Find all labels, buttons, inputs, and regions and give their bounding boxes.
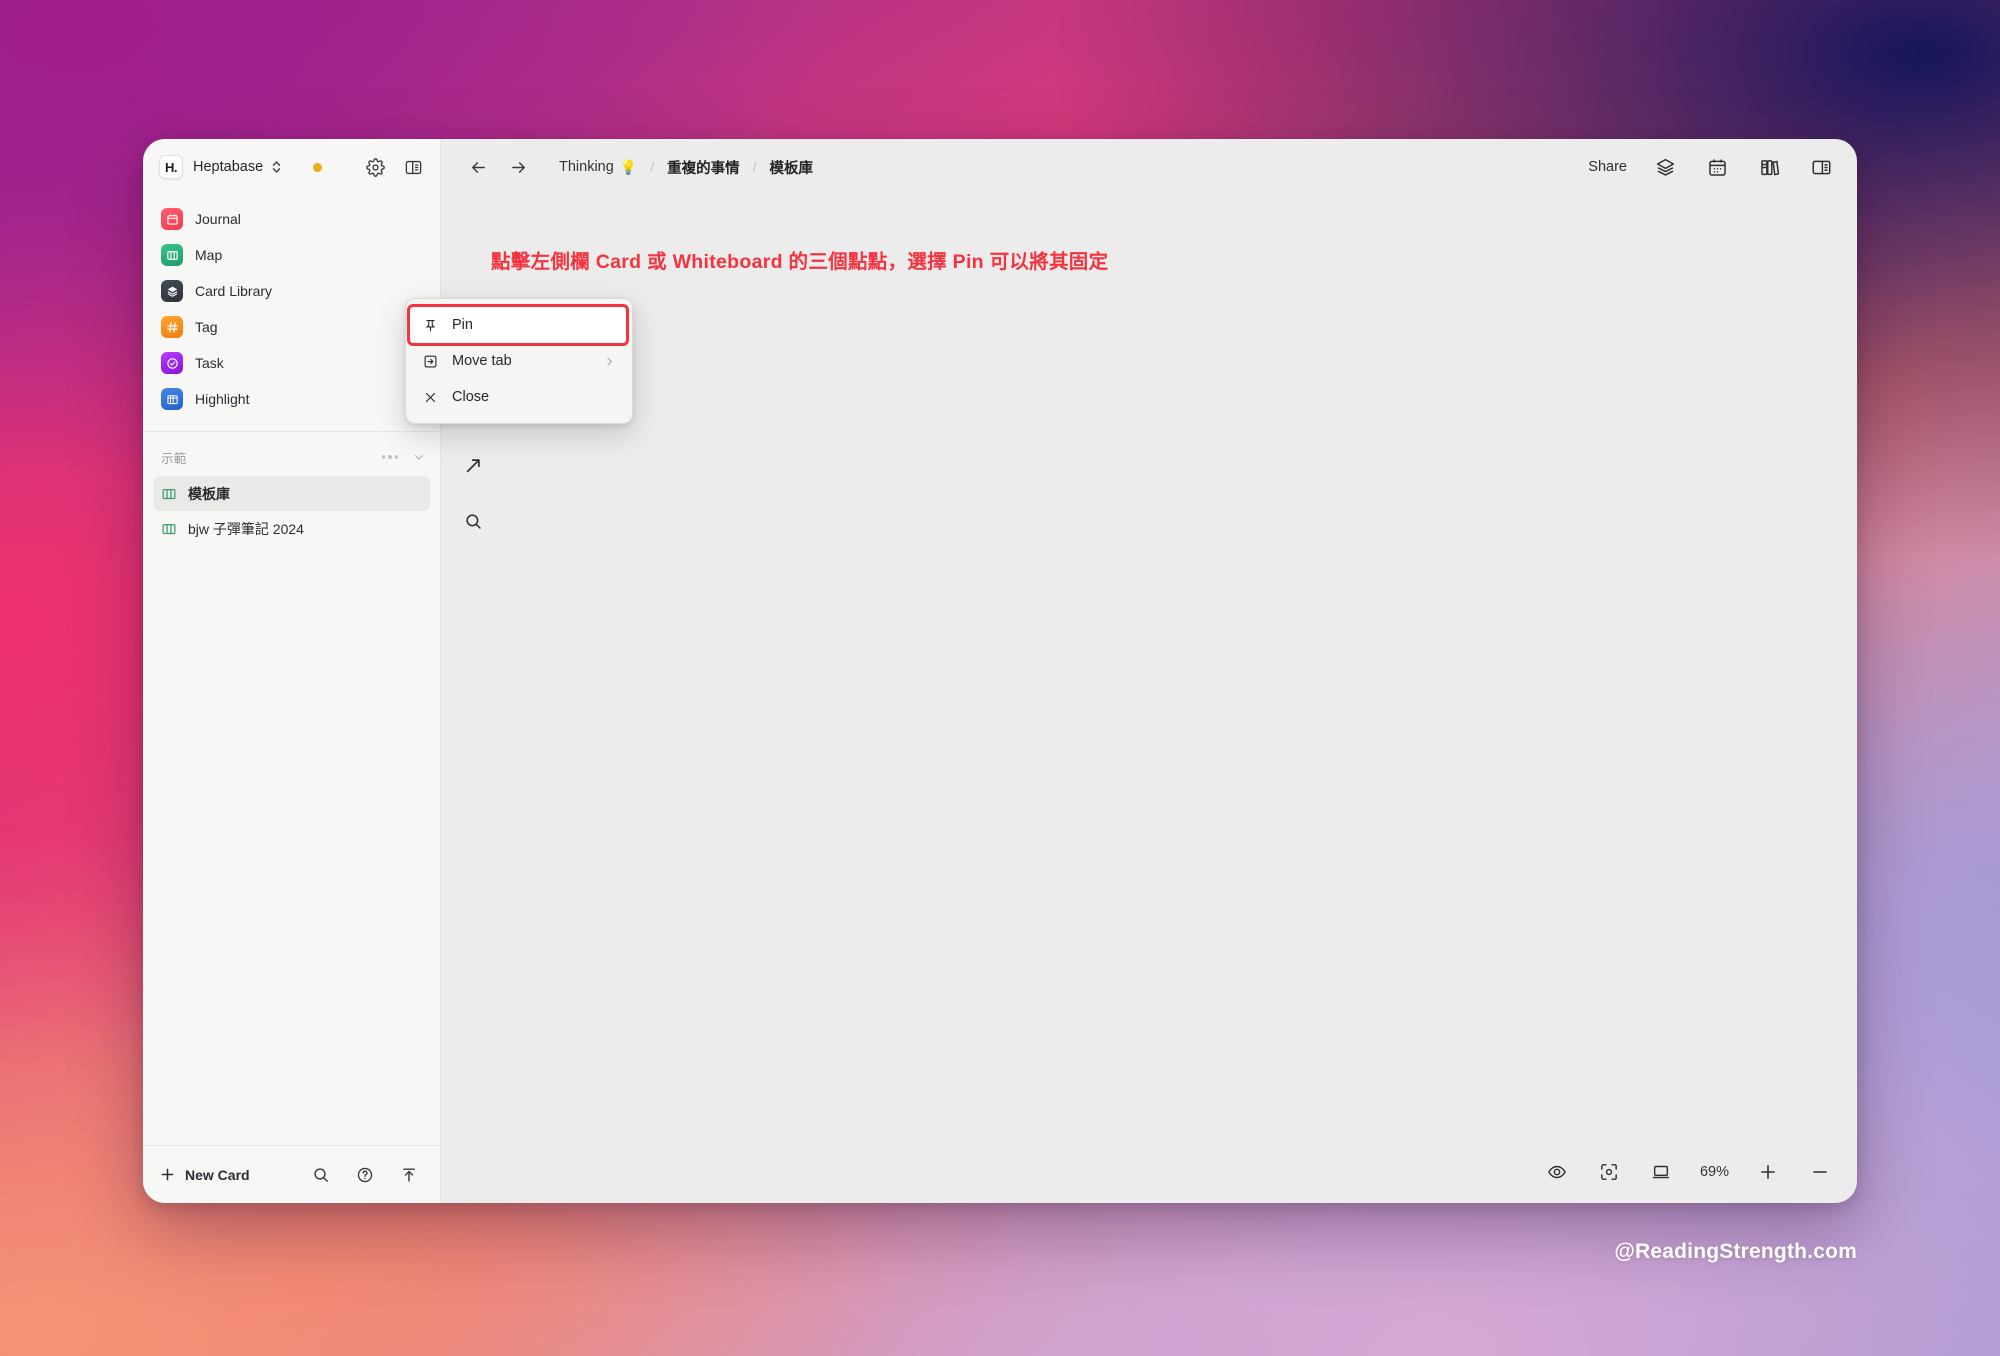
breadcrumb-item-thinking[interactable]: Thinking 💡 [559, 159, 637, 176]
bookshelf-icon[interactable] [1755, 153, 1783, 181]
sidebar-item-journal[interactable]: Journal [153, 201, 430, 237]
calendar-icon[interactable] [1703, 153, 1731, 181]
breadcrumb-item-repeated[interactable]: 重複的事情 [667, 157, 740, 178]
zoom-level[interactable]: 69% [1700, 1164, 1729, 1180]
sidebar-tree: 模板庫 bjw 子彈筆記 2024 [143, 476, 440, 546]
sidebar-tree-item-label: bjw 子彈筆記 2024 [188, 520, 304, 537]
close-x-icon [422, 390, 438, 405]
app-logo: H. [159, 155, 183, 179]
sidebar-item-tag[interactable]: Tag [153, 309, 430, 345]
map-icon [161, 244, 183, 266]
eye-icon[interactable] [1542, 1157, 1572, 1187]
sidebar: H. Heptabase Journal Map Card Library Ta… [143, 139, 441, 1203]
whiteboard-icon [161, 486, 177, 502]
pin-icon [422, 318, 438, 333]
watermark: @ReadingStrength.com [1614, 1240, 1857, 1263]
sidebar-tree-item-bjw[interactable]: bjw 子彈筆記 2024 [153, 511, 430, 546]
upload-icon[interactable] [396, 1162, 422, 1188]
gear-icon[interactable] [362, 154, 388, 180]
sidebar-header: H. Heptabase [143, 139, 440, 195]
present-icon[interactable] [1646, 1157, 1676, 1187]
sidebar-toggle-icon[interactable] [400, 154, 426, 180]
search-icon[interactable] [308, 1162, 334, 1188]
share-button[interactable]: Share [1588, 159, 1627, 175]
sidebar-item-task[interactable]: Task [153, 345, 430, 381]
sidebar-nav: Journal Map Card Library Tag Task Highli… [143, 195, 440, 417]
breadcrumb-separator: / [752, 159, 757, 175]
app-title: Heptabase [193, 159, 264, 175]
sidebar-item-map[interactable]: Map [153, 237, 430, 273]
sidebar-item-label: Task [195, 355, 224, 371]
sidebar-item-highlight[interactable]: Highlight [153, 381, 430, 417]
context-menu: Pin Move tab Close [405, 298, 633, 424]
main-area: Thinking 💡 / 重複的事情 / 模板庫 Share 點擊左側欄 Car… [405, 139, 1857, 1203]
layers-icon[interactable] [1651, 153, 1679, 181]
layers-icon [161, 280, 183, 302]
zoom-controls: 69% [1542, 1157, 1835, 1187]
breadcrumb-label: 模板庫 [769, 160, 814, 177]
whiteboard-icon [161, 521, 177, 537]
zoom-in-button[interactable] [1753, 1157, 1783, 1187]
sidebar-section-header: 示範 [143, 438, 440, 476]
sidebar-tree-item-label: 模板庫 [188, 485, 230, 502]
desktop-wallpaper: H. Heptabase Journal Map Card Library Ta… [0, 0, 2000, 1356]
new-card-label: New Card [185, 1166, 250, 1183]
sidebar-tree-item-templates[interactable]: 模板庫 [153, 476, 430, 511]
highlight-icon [161, 388, 183, 410]
breadcrumb-separator: / [650, 159, 655, 175]
context-menu-item-close[interactable]: Close [406, 379, 632, 415]
calendar-icon [161, 208, 183, 230]
app-window: H. Heptabase Journal Map Card Library Ta… [143, 139, 1857, 1203]
zoom-out-button[interactable] [1805, 1157, 1835, 1187]
arrow-tool[interactable] [459, 451, 487, 479]
focus-icon[interactable] [1594, 1157, 1624, 1187]
chevron-up-down-icon[interactable] [270, 159, 283, 175]
sidebar-item-label: Tag [195, 319, 218, 335]
arrow-right-icon[interactable] [503, 152, 533, 182]
sidebar-item-card-library[interactable]: Card Library [153, 273, 430, 309]
arrow-left-icon[interactable] [463, 152, 493, 182]
status-dot[interactable] [313, 162, 323, 172]
three-dots-icon[interactable] [381, 455, 398, 459]
bulb-icon: 💡 [619, 158, 638, 175]
sidebar-item-label: Map [195, 247, 223, 263]
sidebar-item-label: Card Library [195, 283, 273, 299]
context-menu-item-label: Close [452, 389, 490, 405]
new-card-button[interactable]: New Card [159, 1166, 250, 1183]
chevron-down-icon[interactable] [412, 450, 426, 464]
annotation-text: 點擊左側欄 Card 或 Whiteboard 的三個點點，選擇 Pin 可以將… [491, 251, 1109, 273]
top-bar: Thinking 💡 / 重複的事情 / 模板庫 Share [441, 139, 1857, 195]
sidebar-footer: New Card [143, 1145, 440, 1203]
context-menu-item-move-tab[interactable]: Move tab [406, 343, 632, 379]
move-tab-icon [422, 354, 438, 369]
context-menu-item-label: Pin [452, 317, 473, 333]
plus-icon [159, 1166, 176, 1183]
sidebar-divider [143, 431, 440, 432]
whiteboard-canvas[interactable]: 點擊左側欄 Card 或 Whiteboard 的三個點點，選擇 Pin 可以將… [405, 195, 1857, 1203]
context-menu-item-label: Move tab [452, 353, 512, 369]
question-circle-icon[interactable] [352, 1162, 378, 1188]
sidebar-item-label: Journal [195, 211, 241, 227]
hash-icon [161, 316, 183, 338]
breadcrumb-item-templates[interactable]: 模板庫 [770, 157, 814, 178]
sidebar-item-label: Highlight [195, 391, 250, 407]
check-circle-icon [161, 352, 183, 374]
context-menu-item-pin[interactable]: Pin [407, 304, 629, 346]
breadcrumb-label: Thinking [559, 159, 614, 175]
chevron-right-icon [603, 355, 616, 368]
breadcrumb-label: 重複的事情 [667, 160, 740, 177]
sidebar-section-title: 示範 [161, 451, 187, 466]
right-panel-icon[interactable] [1807, 153, 1835, 181]
magnifier-tool[interactable] [459, 507, 487, 535]
breadcrumb: Thinking 💡 / 重複的事情 / 模板庫 [559, 157, 813, 178]
